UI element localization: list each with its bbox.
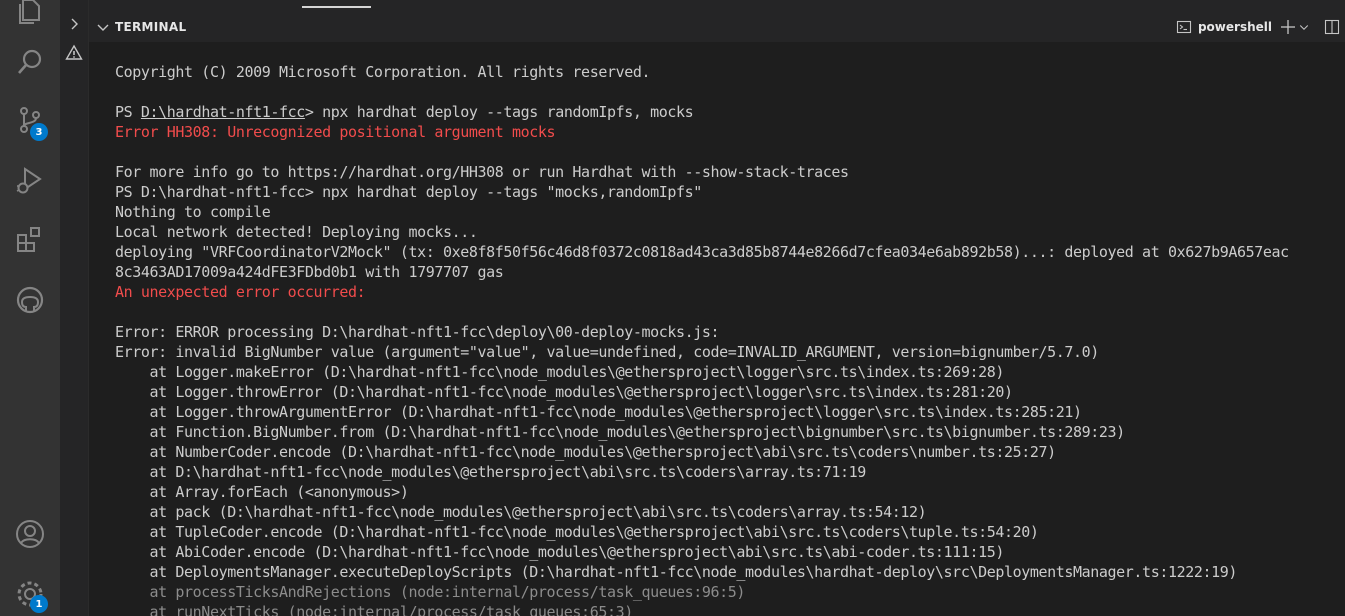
run-debug-icon xyxy=(16,167,42,194)
settings-badge: 1 xyxy=(30,595,48,613)
panel-actions: powershell xyxy=(1176,12,1345,42)
files-icon xyxy=(19,0,40,24)
stack-line: at TupleCoder.encode (D:\hardhat-nft1-fc… xyxy=(115,523,1039,541)
active-tab-indicator xyxy=(302,6,371,8)
stack-line: at AbiCoder.encode (D:\hardhat-nft1-fcc\… xyxy=(115,543,1005,561)
vscode-window: 3 1 TERMINAL powershell Copyright (C) 20… xyxy=(0,0,1345,616)
terminal-prompt-line: PS D:\hardhat-nft1-fcc> npx hardhat depl… xyxy=(115,183,702,201)
terminal-line: Local network detected! Deploying mocks.… xyxy=(115,223,478,241)
terminal-selector[interactable]: powershell xyxy=(1176,19,1280,35)
stack-line: at NumberCoder.encode (D:\hardhat-nft1-f… xyxy=(115,443,1057,461)
extensions-button[interactable] xyxy=(0,212,60,268)
accounts-button[interactable] xyxy=(0,506,60,562)
prompt-command: > npx hardhat deploy --tags randomIpfs, … xyxy=(304,103,694,121)
stack-line: at Logger.throwArgumentError (D:\hardhat… xyxy=(115,403,1083,421)
prompt-prefix: PS xyxy=(115,103,141,121)
terminal-line: deploying "VRFCoordinatorV2Mock" (tx: 0x… xyxy=(115,243,1289,261)
stack-line: at Function.BigNumber.from (D:\hardhat-n… xyxy=(115,423,1126,441)
chevron-right-icon[interactable] xyxy=(66,16,82,32)
source-control-badge: 3 xyxy=(30,123,48,141)
stack-line: at Array.forEach (<anonymous>) xyxy=(115,483,409,501)
split-terminal-button[interactable] xyxy=(1324,19,1340,35)
terminal-error-line: Error HH308: Unrecognized positional arg… xyxy=(115,123,556,141)
plus-icon xyxy=(1281,20,1295,34)
terminal-line: Error: invalid BigNumber value (argument… xyxy=(115,343,1099,361)
github-button[interactable] xyxy=(0,272,60,328)
terminal-line: Nothing to compile xyxy=(115,203,271,221)
terminal-panel: TERMINAL powershell Copyright (C) 2009 M… xyxy=(88,0,1345,616)
stack-line: at D:\hardhat-nft1-fcc\node_modules\@eth… xyxy=(115,463,867,481)
stack-line: at Logger.throwError (D:\hardhat-nft1-fc… xyxy=(115,383,1013,401)
new-terminal-button[interactable] xyxy=(1280,19,1296,35)
extensions-icon xyxy=(17,227,40,252)
stack-line: at DeploymentsManager.executeDeployScrip… xyxy=(115,563,1238,581)
chevron-down-icon xyxy=(1299,25,1309,30)
warning-icon[interactable] xyxy=(65,44,83,62)
panel-title[interactable]: TERMINAL xyxy=(115,20,186,34)
chevron-down-icon[interactable] xyxy=(95,19,111,35)
terminal-dropdown-button[interactable] xyxy=(1298,21,1310,33)
terminal-icon xyxy=(1176,20,1192,34)
terminal-line: Error: ERROR processing D:\hardhat-nft1-… xyxy=(115,323,720,341)
stack-line: at pack (D:\hardhat-nft1-fcc\node_module… xyxy=(115,503,927,521)
stack-line: at Logger.makeError (D:\hardhat-nft1-fcc… xyxy=(115,363,1005,381)
sidebar-gutter xyxy=(60,0,88,616)
source-control-button[interactable]: 3 xyxy=(0,92,60,148)
terminal-prompt-line: PS D:\hardhat-nft1-fcc> npx hardhat depl… xyxy=(115,102,1345,122)
terminal-line: For more info go to https://hardhat.org/… xyxy=(115,163,849,181)
editor-tab-strip xyxy=(89,0,1345,12)
manage-button[interactable]: 1 xyxy=(0,566,60,616)
activity-bar: 3 1 xyxy=(0,0,60,616)
panel-header: TERMINAL powershell xyxy=(89,12,1345,42)
stack-line-dim: at processTicksAndRejections (node:inter… xyxy=(115,583,746,601)
account-icon xyxy=(16,520,44,548)
explorer-button[interactable] xyxy=(0,0,60,38)
terminal-line: Copyright (C) 2009 Microsoft Corporation… xyxy=(115,63,651,81)
github-icon xyxy=(16,286,44,314)
search-icon xyxy=(18,49,42,74)
search-button[interactable] xyxy=(0,34,60,90)
stack-line-dim: at runNextTicks (node:internal/process/t… xyxy=(115,603,634,616)
terminal-output[interactable]: Copyright (C) 2009 Microsoft Corporation… xyxy=(115,62,1345,616)
run-debug-button[interactable] xyxy=(0,152,60,208)
terminal-line: 8c3463AD17009a424dFE3FDbd0b1 with 179770… xyxy=(115,263,504,281)
terminal-error-line: An unexpected error occurred: xyxy=(115,283,366,301)
prompt-path-link[interactable]: D:\hardhat-nft1-fcc xyxy=(141,103,305,121)
shell-name: powershell xyxy=(1197,20,1272,34)
split-icon xyxy=(1324,19,1340,35)
